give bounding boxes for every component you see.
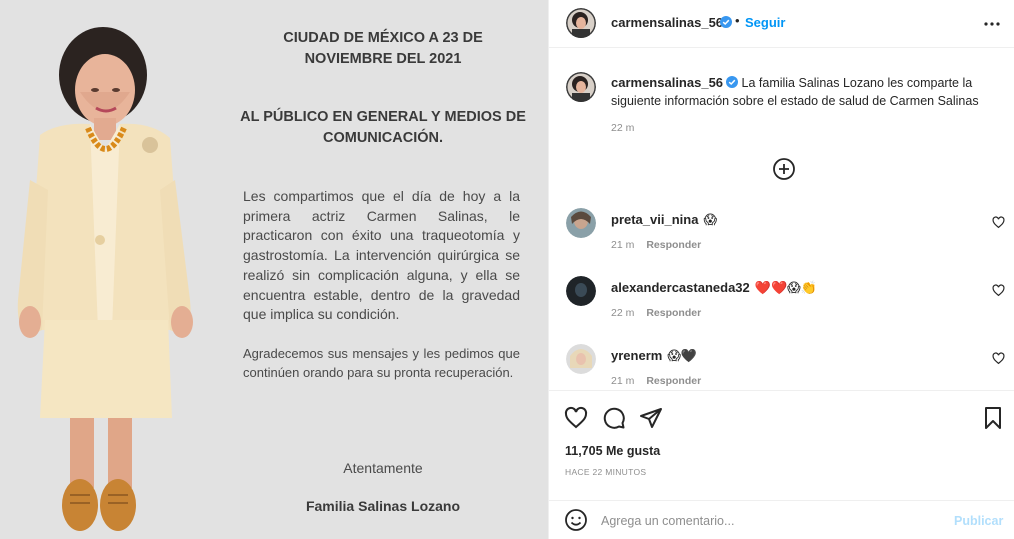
post-actions-bar xyxy=(549,390,1014,442)
share-send-icon[interactable] xyxy=(639,406,663,430)
comment-text: preta_vii_nina 😱 xyxy=(611,212,717,228)
woman-portrait-illustration xyxy=(17,27,193,531)
press-statement: CIUDAD DE MÉXICO A 23 DE NOVIEMBRE DEL 2… xyxy=(238,0,528,539)
statement-signature: Familia Salinas Lozano xyxy=(305,498,461,514)
likes-count[interactable]: 11,705 Me gusta xyxy=(565,444,660,458)
caption-username[interactable]: carmensalinas_56 xyxy=(611,75,723,90)
reply-button[interactable]: Responder xyxy=(646,307,701,319)
caption-timestamp: 22 m xyxy=(611,122,635,134)
post-image[interactable]: CIUDAD DE MÉXICO A 23 DE NOVIEMBRE DEL 2… xyxy=(0,0,548,539)
comment-body: ❤️❤️😱👏 xyxy=(754,281,817,296)
comment-item: yrenerm 😱🖤 21 m Responder xyxy=(549,344,1014,390)
comment-input[interactable] xyxy=(601,510,941,532)
statement-heading: AL PÚBLICO EN GENERAL Y MEDIOS DE COMUNI… xyxy=(240,109,526,146)
post-timestamp: HACE 22 MINUTOS xyxy=(565,467,647,477)
avatar[interactable] xyxy=(566,208,596,238)
comment-bubble-icon[interactable] xyxy=(602,406,626,430)
reply-button[interactable]: Responder xyxy=(646,375,701,387)
comments-scroll-area[interactable]: carmensalinas_56 La familia Salinas Loza… xyxy=(549,48,1014,390)
verified-badge-icon xyxy=(720,16,732,28)
statement-paragraph: Les compartimos que el día de hoy a la p… xyxy=(243,188,520,323)
comment-text: alexandercastaneda32 ❤️❤️😱👏 xyxy=(611,280,817,296)
statement-paragraph: Agradecemos sus mensajes y les pedimos q… xyxy=(243,346,520,380)
comment-item: preta_vii_nina 😱 21 m Responder xyxy=(549,208,1014,268)
avatar[interactable] xyxy=(566,72,596,102)
statement-closing: Atentamente xyxy=(343,460,423,476)
post-author-username[interactable]: carmensalinas_56 xyxy=(611,15,723,30)
comment-body: 😱 xyxy=(703,213,717,228)
avatar[interactable] xyxy=(566,276,596,306)
avatar[interactable] xyxy=(566,8,596,38)
post-header: carmensalinas_56 • Seguir xyxy=(549,0,1014,48)
comment-body: 😱🖤 xyxy=(667,349,698,364)
reply-button[interactable]: Responder xyxy=(646,239,701,251)
comment-meta: 21 m Responder xyxy=(611,239,701,251)
comment-timestamp: 21 m xyxy=(611,239,635,251)
comment-timestamp: 22 m xyxy=(611,307,635,319)
load-more-comments-icon[interactable] xyxy=(772,157,796,181)
comment-timestamp: 21 m xyxy=(611,375,635,387)
more-horizontal-icon[interactable] xyxy=(980,12,1004,36)
heart-outline-icon[interactable] xyxy=(992,352,1005,365)
bookmark-icon[interactable] xyxy=(981,406,1005,430)
heart-outline-icon[interactable] xyxy=(992,284,1005,297)
heart-icon[interactable] xyxy=(564,406,588,430)
heart-outline-icon[interactable] xyxy=(992,216,1005,229)
verified-badge-icon xyxy=(726,76,739,88)
caption-text: carmensalinas_56 La familia Salinas Loza… xyxy=(611,74,1001,110)
comment-username[interactable]: preta_vii_nina xyxy=(611,212,698,227)
comment-username[interactable]: yrenerm xyxy=(611,348,662,363)
statement-date: CIUDAD DE MÉXICO A 23 DE NOVIEMBRE DEL 2… xyxy=(283,30,483,67)
comment-item: alexandercastaneda32 ❤️❤️😱👏 22 m Responder xyxy=(549,276,1014,336)
post-side-panel: carmensalinas_56 • Seguir carmensalinas_… xyxy=(548,0,1014,539)
comment-meta: 21 m Responder xyxy=(611,375,701,387)
emoji-smiley-icon[interactable] xyxy=(564,508,588,532)
publish-button[interactable]: Publicar xyxy=(954,514,1003,528)
separator-dot: • xyxy=(735,13,740,28)
avatar[interactable] xyxy=(566,344,596,374)
follow-button[interactable]: Seguir xyxy=(745,15,785,30)
add-comment-bar: Publicar xyxy=(549,500,1014,539)
comment-text: yrenerm 😱🖤 xyxy=(611,348,697,364)
comment-meta: 22 m Responder xyxy=(611,307,701,319)
comment-username[interactable]: alexandercastaneda32 xyxy=(611,280,750,295)
